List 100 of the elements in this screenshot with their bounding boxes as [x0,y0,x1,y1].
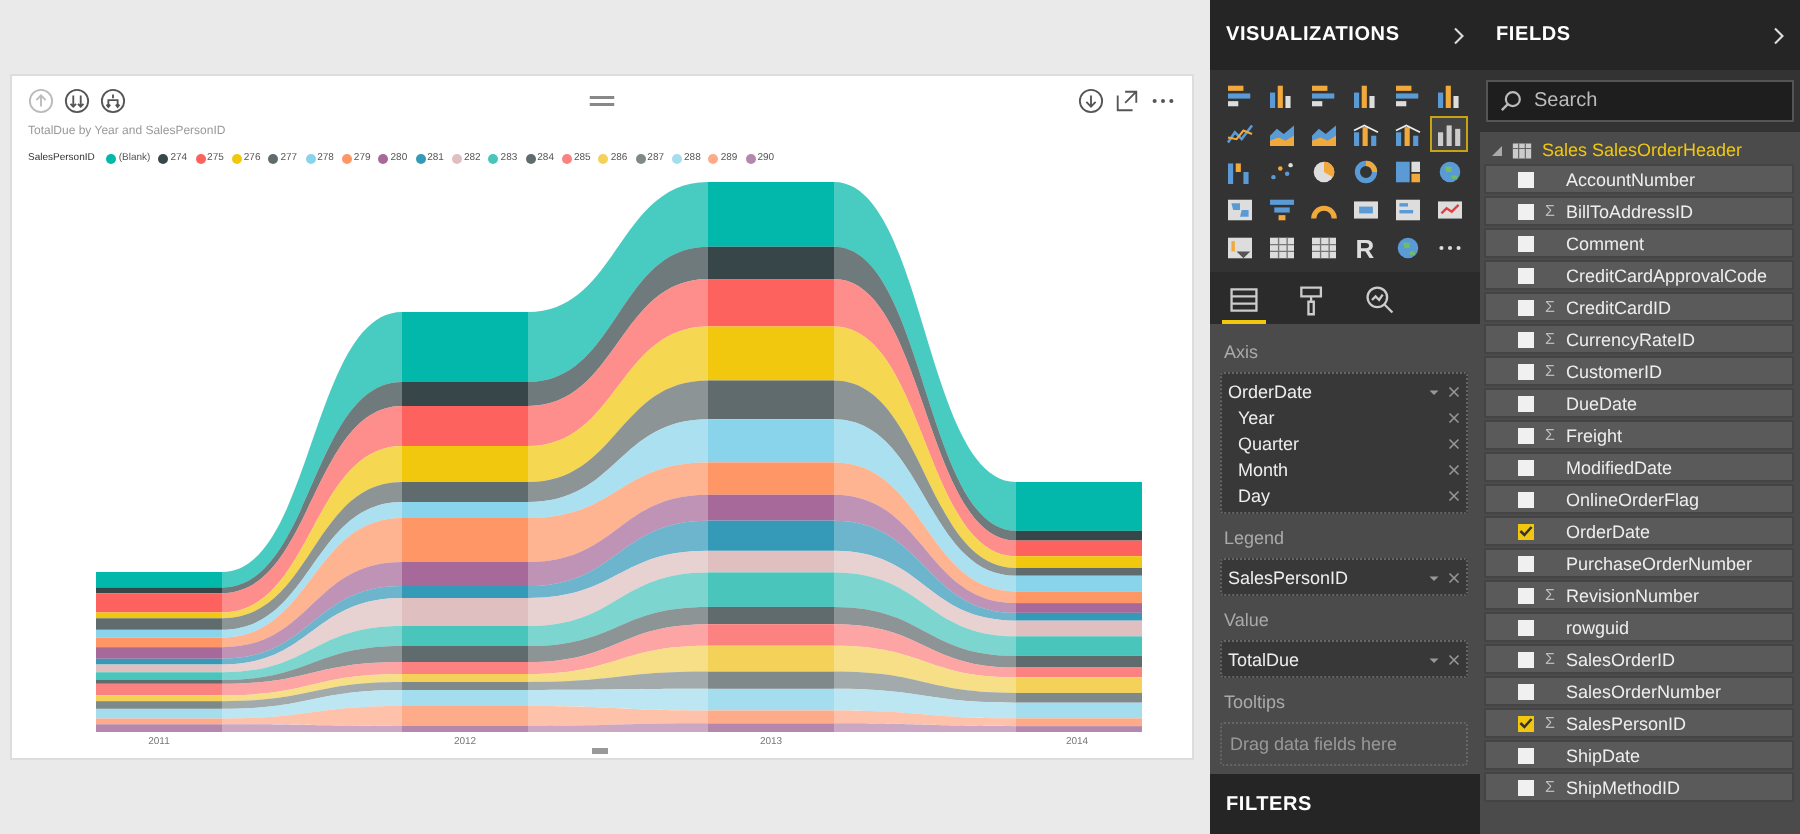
ribbon-chart-icon [1435,122,1463,146]
paint-roller-icon [1296,283,1328,315]
checkbox[interactable] [1518,683,1534,699]
close-icon[interactable] [1448,571,1460,583]
table-name: Sales SalesOrderHeader [1542,140,1743,160]
funnel-icon [1267,198,1295,222]
globe-icon [1393,236,1421,260]
field-name: CreditCardID [1566,297,1672,317]
field-item[interactable]: OnlineOrderFlag [1484,484,1794,514]
hierarchy-level: Day [1238,485,1273,505]
expand-arrow-icon[interactable] [1492,145,1502,155]
checkbox[interactable] [1518,459,1534,475]
magnifier-icon [1364,283,1396,315]
checkbox[interactable] [1518,395,1534,411]
field-well[interactable]: OrderDate Year Quarter Month Day [1220,372,1468,514]
field-name: ModifiedDate [1566,457,1673,477]
expand-icon[interactable] [1114,87,1140,113]
checkbox[interactable] [1518,587,1534,603]
close-icon[interactable] [1448,653,1460,665]
well-label: Tooltips [1224,692,1288,712]
visual-type-button[interactable] [1430,116,1468,152]
field-item[interactable]: Σ SalesPersonID [1484,708,1794,738]
well-label: Legend [1224,528,1287,548]
close-icon[interactable] [1448,489,1460,501]
fork-icon[interactable] [100,87,126,113]
field-item[interactable]: rowguid [1484,612,1794,642]
checkbox[interactable] [1518,715,1534,731]
field-item[interactable]: Σ BillToAddressID [1484,196,1794,226]
checkbox[interactable] [1518,523,1534,539]
field-name: Comment [1566,233,1645,253]
checkbox[interactable] [1518,779,1534,795]
treemap-icon [1393,160,1421,184]
field-name: SalesOrderNumber [1566,681,1722,701]
field-item[interactable]: Σ CustomerID [1484,356,1794,386]
field-item[interactable]: CreditCardApprovalCode [1484,260,1794,290]
checkbox[interactable] [1518,299,1534,315]
well-label: Value [1224,610,1271,630]
field-name: PurchaseOrderNumber [1566,553,1753,573]
checkbox[interactable] [1518,331,1534,347]
field-name: SalesOrderID [1566,649,1676,669]
field-item[interactable]: OrderDate [1484,516,1794,546]
checkbox[interactable] [1518,651,1534,667]
field-item[interactable]: AccountNumber [1484,164,1794,194]
chevron-right-icon[interactable] [1772,25,1784,45]
field-item[interactable]: ShipDate [1484,740,1794,770]
checkbox[interactable] [1518,427,1534,443]
well-label: Axis [1224,342,1261,362]
visual-type-button[interactable]: R [1346,230,1384,266]
field-item[interactable]: Σ CreditCardID [1484,292,1794,322]
field-item[interactable]: SalesOrderNumber [1484,676,1794,706]
checkbox[interactable] [1518,171,1534,187]
checkbox[interactable] [1518,203,1534,219]
checkbox[interactable] [1518,491,1534,507]
resize-handle[interactable] [592,748,608,754]
checkbox[interactable] [1518,555,1534,571]
pane-title: FILTERS [1226,793,1313,815]
close-icon[interactable] [1448,385,1460,397]
checkbox[interactable] [1518,267,1534,283]
well-field: OrderDate [1228,381,1420,401]
drop-zone[interactable]: Drag data fields here [1220,722,1468,766]
close-icon[interactable] [1448,463,1460,475]
field-item[interactable]: Σ Freight [1484,420,1794,450]
double-arrow-icon[interactable] [64,87,90,113]
table-icon [1309,236,1337,260]
table-icon [1512,141,1532,159]
chevron-right-icon[interactable] [1452,25,1464,45]
field-name: OrderDate [1566,521,1651,541]
field-item[interactable]: Σ CurrencyRateID [1484,324,1794,354]
dropdown-icon[interactable] [1428,653,1440,665]
field-item[interactable]: Σ RevisionNumber [1484,580,1794,610]
checkbox[interactable] [1518,363,1534,379]
hierarchy-level: Month [1238,459,1291,479]
column-chart-icon [1351,84,1379,108]
slicer-icon [1225,236,1253,260]
table-node[interactable]: Sales SalesOrderHeader [1480,138,1800,164]
drag-handle-icon[interactable] [588,93,616,107]
field-well[interactable]: TotalDue [1220,640,1468,678]
field-well[interactable]: SalesPersonID [1220,558,1468,596]
search-field[interactable]: Search [1486,80,1794,122]
field-item[interactable]: Comment [1484,228,1794,258]
field-item[interactable]: Σ SalesOrderID [1484,644,1794,674]
field-name: SalesPersonID [1566,713,1687,733]
waterfall-chart-icon [1225,160,1253,184]
dropdown-icon[interactable] [1428,571,1440,583]
field-item[interactable]: ModifiedDate [1484,452,1794,482]
hierarchy-level: Year [1238,407,1277,427]
sigma-icon: Σ [1545,650,1555,668]
sigma-icon: Σ [1545,586,1555,604]
checkbox[interactable] [1518,619,1534,635]
field-item[interactable]: DueDate [1484,388,1794,418]
dropdown-icon[interactable] [1428,385,1440,397]
field-name: CreditCardApprovalCode [1566,265,1768,285]
field-item[interactable]: PurchaseOrderNumber [1484,548,1794,578]
checkbox[interactable] [1518,235,1534,251]
checkbox[interactable] [1518,747,1534,763]
sigma-icon: Σ [1545,362,1555,380]
close-icon[interactable] [1448,437,1460,449]
column-chart-icon [1435,84,1463,108]
field-item[interactable]: Σ ShipMethodID [1484,772,1794,802]
close-icon[interactable] [1448,411,1460,423]
